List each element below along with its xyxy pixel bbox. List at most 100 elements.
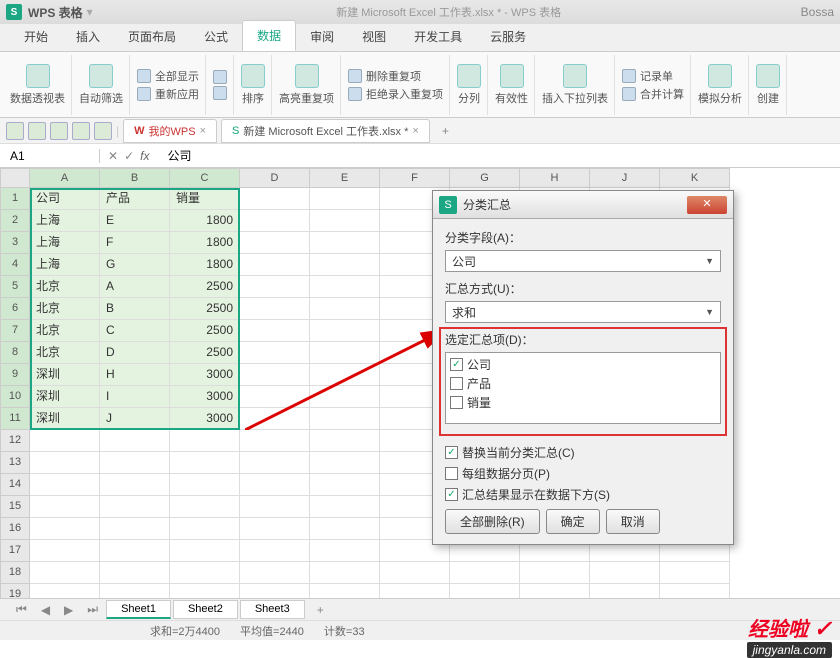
cell[interactable]: 销量 bbox=[170, 188, 240, 210]
record-button[interactable]: 记录单 bbox=[622, 68, 684, 84]
field-select[interactable]: 公司▼ bbox=[445, 250, 721, 272]
cell[interactable]: B bbox=[100, 298, 170, 320]
menu-插入[interactable]: 插入 bbox=[62, 22, 114, 51]
autofilter-button[interactable]: 自动筛选 bbox=[73, 55, 130, 115]
cell[interactable] bbox=[310, 232, 380, 254]
cell[interactable] bbox=[240, 540, 310, 562]
cell[interactable] bbox=[310, 518, 380, 540]
menu-公式[interactable]: 公式 bbox=[190, 22, 242, 51]
sheet-tab[interactable]: Sheet3 bbox=[240, 600, 305, 619]
pivot-button[interactable]: 数据透视表 bbox=[4, 55, 72, 115]
cell[interactable] bbox=[240, 298, 310, 320]
cell[interactable]: 2500 bbox=[170, 320, 240, 342]
cell[interactable]: 北京 bbox=[30, 342, 100, 364]
cell[interactable] bbox=[240, 276, 310, 298]
cell[interactable]: 3000 bbox=[170, 408, 240, 430]
showall-button[interactable]: 全部显示 bbox=[137, 68, 199, 84]
cell[interactable] bbox=[30, 518, 100, 540]
cell[interactable] bbox=[100, 540, 170, 562]
cell[interactable] bbox=[170, 430, 240, 452]
cell[interactable]: 上海 bbox=[30, 254, 100, 276]
qat-new-icon[interactable] bbox=[6, 122, 24, 140]
cell[interactable] bbox=[310, 364, 380, 386]
dialog-close-button[interactable]: ✕ bbox=[687, 196, 727, 214]
doc-tab-excel[interactable]: S新建 Microsoft Excel 工作表.xlsx *× bbox=[221, 119, 430, 143]
cell[interactable] bbox=[240, 518, 310, 540]
sort-desc-button[interactable] bbox=[213, 86, 227, 100]
validity-button[interactable]: 有效性 bbox=[489, 55, 535, 115]
sheet-nav-first[interactable]: ⏮ bbox=[10, 602, 33, 617]
col-header[interactable]: J bbox=[590, 168, 660, 188]
col-header[interactable]: K bbox=[660, 168, 730, 188]
cell[interactable]: 深圳 bbox=[30, 408, 100, 430]
cell[interactable] bbox=[310, 562, 380, 584]
option-checkbox[interactable]: 每组数据分页(P) bbox=[445, 465, 721, 482]
cell[interactable] bbox=[240, 188, 310, 210]
cell[interactable] bbox=[310, 474, 380, 496]
cell[interactable]: D bbox=[100, 342, 170, 364]
ok-button[interactable]: 确定 bbox=[546, 509, 600, 534]
item-checkbox[interactable]: ✓公司 bbox=[448, 355, 718, 374]
cell[interactable] bbox=[240, 408, 310, 430]
highlight-button[interactable]: 高亮重复项 bbox=[273, 55, 341, 115]
cell[interactable] bbox=[240, 342, 310, 364]
row-header[interactable]: 11 bbox=[0, 408, 30, 430]
cell[interactable] bbox=[310, 254, 380, 276]
whatif-button[interactable]: 模拟分析 bbox=[692, 55, 749, 115]
cell[interactable] bbox=[590, 562, 660, 584]
col-header[interactable]: B bbox=[100, 168, 170, 188]
menu-开发工具[interactable]: 开发工具 bbox=[400, 22, 476, 51]
doc-tab-wps[interactable]: W我的WPS× bbox=[123, 119, 217, 143]
cell[interactable] bbox=[310, 496, 380, 518]
cell[interactable] bbox=[30, 474, 100, 496]
cell[interactable] bbox=[310, 408, 380, 430]
fx-cancel-icon[interactable]: ✕ bbox=[108, 149, 118, 163]
sort-asc-button[interactable] bbox=[213, 70, 227, 84]
cell[interactable] bbox=[30, 430, 100, 452]
cell[interactable] bbox=[310, 540, 380, 562]
row-header[interactable]: 2 bbox=[0, 210, 30, 232]
col-header[interactable]: C bbox=[170, 168, 240, 188]
add-sheet-button[interactable]: + bbox=[307, 601, 334, 619]
cell[interactable] bbox=[30, 540, 100, 562]
cell[interactable]: 产品 bbox=[100, 188, 170, 210]
cell[interactable] bbox=[100, 474, 170, 496]
cell[interactable] bbox=[170, 474, 240, 496]
cell[interactable]: C bbox=[100, 320, 170, 342]
option-checkbox[interactable]: ✓汇总结果显示在数据下方(S) bbox=[445, 486, 721, 503]
sheet-nav-next[interactable]: ▶ bbox=[58, 603, 79, 617]
dropdown-button[interactable]: 插入下拉列表 bbox=[536, 55, 615, 115]
col-header[interactable]: F bbox=[380, 168, 450, 188]
row-header[interactable]: 8 bbox=[0, 342, 30, 364]
row-header[interactable]: 13 bbox=[0, 452, 30, 474]
cell[interactable] bbox=[240, 452, 310, 474]
delete-all-button[interactable]: 全部删除(R) bbox=[445, 509, 540, 534]
cell[interactable] bbox=[310, 342, 380, 364]
reapply-button[interactable]: 重新应用 bbox=[137, 86, 199, 102]
cell[interactable]: H bbox=[100, 364, 170, 386]
cell[interactable] bbox=[660, 562, 730, 584]
cell[interactable]: 2500 bbox=[170, 298, 240, 320]
cell[interactable]: I bbox=[100, 386, 170, 408]
cell[interactable] bbox=[310, 276, 380, 298]
col-header[interactable]: E bbox=[310, 168, 380, 188]
cell[interactable] bbox=[380, 562, 450, 584]
add-tab-button[interactable]: + bbox=[434, 121, 457, 141]
split-button[interactable]: 分列 bbox=[451, 55, 488, 115]
cell[interactable]: 公司 bbox=[30, 188, 100, 210]
qat-redo-icon[interactable] bbox=[94, 122, 112, 140]
cell[interactable] bbox=[100, 562, 170, 584]
cell[interactable]: G bbox=[100, 254, 170, 276]
cell[interactable]: 2500 bbox=[170, 342, 240, 364]
cell[interactable]: 3000 bbox=[170, 364, 240, 386]
row-header[interactable]: 5 bbox=[0, 276, 30, 298]
sheet-tab[interactable]: Sheet2 bbox=[173, 600, 238, 619]
cell[interactable]: E bbox=[100, 210, 170, 232]
cell[interactable] bbox=[240, 254, 310, 276]
cell[interactable] bbox=[100, 452, 170, 474]
qat-undo-icon[interactable] bbox=[72, 122, 90, 140]
cell[interactable] bbox=[100, 496, 170, 518]
cell[interactable] bbox=[170, 496, 240, 518]
cell[interactable]: 深圳 bbox=[30, 364, 100, 386]
cell[interactable] bbox=[100, 518, 170, 540]
